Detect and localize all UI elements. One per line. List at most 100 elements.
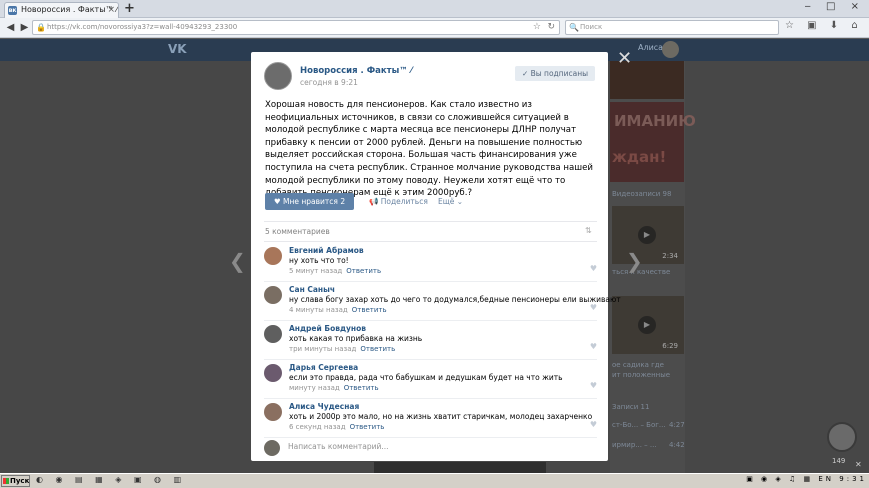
- taskbar: Пуск ◐ ◉ ▤ ▦ ◈ ▣ ◍ ▥ ▣ ◉ ◈ ♫ ▦ EN 9:31: [0, 473, 869, 488]
- start-button[interactable]: Пуск: [1, 475, 30, 487]
- heart-icon[interactable]: ♥: [590, 420, 597, 429]
- comment-author[interactable]: Евгений Абрамов: [289, 246, 364, 255]
- post-time[interactable]: сегодня в 9:21: [300, 78, 358, 87]
- heart-icon[interactable]: ♥: [590, 303, 597, 312]
- comment-item: Алиса Чудесная хоть и 2000р это мало, но…: [264, 400, 597, 438]
- toolbar-icons[interactable]: ☆ ▣ ⬇ ⌂ ☺ ≡: [785, 20, 869, 31]
- chat-avatar[interactable]: [827, 422, 857, 452]
- start-label: Пуск: [10, 477, 30, 485]
- play-icon: ▶: [638, 316, 656, 334]
- comment-item: Дарья Сергеева если это правда, рада что…: [264, 361, 597, 399]
- videos-count-label[interactable]: Видеозаписи 98: [612, 190, 671, 198]
- right-image-text-2: ждан!: [612, 148, 667, 166]
- windows-logo-icon: [3, 478, 9, 484]
- comment-time[interactable]: 5 минут назад: [289, 267, 342, 275]
- comment-text: если это правда, рада что бабушкам и дед…: [289, 373, 563, 382]
- heart-icon[interactable]: ♥: [590, 264, 597, 273]
- search-placeholder: Поиск: [580, 23, 603, 31]
- video-duration: 2:34: [662, 252, 678, 260]
- new-tab-button[interactable]: +: [124, 1, 135, 16]
- back-icon[interactable]: ◀: [3, 20, 18, 35]
- reply-link[interactable]: Ответить: [350, 423, 385, 431]
- reload-icon[interactable]: ↻: [547, 21, 555, 34]
- comment-text: ну слава богу захар хоть до чего то доду…: [289, 295, 621, 304]
- subscribed-button[interactable]: ✓ Вы подписаны: [515, 66, 595, 81]
- window-controls[interactable]: ‒ □ ×: [804, 1, 865, 12]
- chat-close-icon[interactable]: ✕: [855, 460, 862, 469]
- comment-text: ну хоть что то!: [289, 256, 349, 265]
- group-avatar[interactable]: [264, 62, 292, 90]
- tab-title: Новороссия . Факты™ ⁄: [21, 5, 118, 14]
- comment-meta: 4 минуты назад Ответить: [289, 306, 387, 314]
- language-indicator[interactable]: EN: [818, 475, 834, 483]
- current-user-avatar: [264, 440, 280, 456]
- vk-user-name[interactable]: Алиса: [638, 43, 663, 52]
- comment-text: хоть и 2000р это мало, но на жизнь хвати…: [289, 412, 593, 421]
- bookmark-star-icon[interactable]: ☆: [533, 21, 541, 34]
- comment-avatar[interactable]: [264, 286, 282, 304]
- play-icon: ▶: [638, 226, 656, 244]
- comment-avatar[interactable]: [264, 364, 282, 382]
- comment-avatar[interactable]: [264, 403, 282, 421]
- url-text: https://vk.com/novorossiya3?z=wall-40943…: [47, 23, 238, 31]
- comment-item: Андрей Бовдунов хоть какая то прибавка н…: [264, 322, 597, 360]
- video-thumb-1[interactable]: ▶ 2:34: [612, 206, 684, 264]
- comment-time[interactable]: 4 минуты назад: [289, 306, 348, 314]
- right-audio-1-time: 4:27: [669, 421, 685, 429]
- search-input[interactable]: 🔍 Поиск: [565, 20, 779, 35]
- reply-link[interactable]: Ответить: [360, 345, 395, 353]
- comment-author[interactable]: Сан Саныч: [289, 285, 335, 294]
- heart-icon[interactable]: ♥: [590, 381, 597, 390]
- browser-tab[interactable]: вк Новороссия . Факты™ ⁄ ×: [4, 2, 119, 18]
- divider: [264, 221, 597, 222]
- comment-input[interactable]: Написать комментарий...: [288, 442, 389, 451]
- comment-author[interactable]: Дарья Сергеева: [289, 363, 358, 372]
- system-tray: ▣ ◉ ◈ ♫ ▦ EN 9:31: [746, 475, 867, 483]
- next-post-arrow-icon[interactable]: ❯: [626, 249, 643, 273]
- comment-author[interactable]: Алиса Чудесная: [289, 402, 359, 411]
- video-duration: 6:29: [662, 342, 678, 350]
- tray-icons[interactable]: ▣ ◉ ◈ ♫ ▦: [746, 475, 813, 483]
- right-image-text-1: ИМАНИЮ: [614, 112, 696, 130]
- comment-author[interactable]: Андрей Бовдунов: [289, 324, 366, 333]
- tab-close-icon[interactable]: ×: [107, 3, 115, 17]
- browser-tab-bar: вк Новороссия . Факты™ ⁄ × + ‒ □ ×: [0, 0, 869, 18]
- address-bar[interactable]: 🔒 https://vk.com/novorossiya3?z=wall-409…: [32, 20, 560, 35]
- prev-post-arrow-icon[interactable]: ❮: [229, 249, 246, 273]
- comment-time[interactable]: три минуты назад: [289, 345, 356, 353]
- forward-icon[interactable]: ▶: [17, 20, 32, 35]
- video-caption-2[interactable]: ое садика где: [612, 361, 664, 369]
- comment-text: хоть какая то прибавка на жизнь: [289, 334, 423, 343]
- comments-count: 5 комментариев: [265, 227, 330, 236]
- like-button[interactable]: ♥ Мне нравится 2: [265, 193, 354, 210]
- more-button[interactable]: Ещё ⌄: [438, 197, 463, 206]
- comment-avatar[interactable]: [264, 247, 282, 265]
- video-caption-2b[interactable]: ит положенные: [612, 371, 670, 379]
- right-audio-2-time: 4:42: [669, 441, 685, 449]
- comment-meta: 5 минут назад Ответить: [289, 267, 381, 275]
- reply-link[interactable]: Ответить: [344, 384, 379, 392]
- right-audio-1[interactable]: ст-Бо... – Бог...: [612, 421, 666, 429]
- vk-logo[interactable]: VK: [168, 42, 187, 56]
- post-text: Хорошая новость для пенсионеров. Как ста…: [265, 100, 594, 199]
- video-thumb-2[interactable]: ▶ 6:29: [612, 296, 684, 354]
- comment-meta: три минуты назад Ответить: [289, 345, 395, 353]
- comment-meta: 6 секунд назад Ответить: [289, 423, 384, 431]
- comment-time[interactable]: минуту назад: [289, 384, 340, 392]
- divider: [264, 241, 597, 242]
- posts-count-label[interactable]: Записи 11: [612, 403, 649, 411]
- chat-count: 149: [832, 457, 846, 465]
- reply-link[interactable]: Ответить: [352, 306, 387, 314]
- clock: 9:31: [839, 475, 867, 483]
- sort-icon[interactable]: ⇅: [585, 226, 592, 235]
- reply-link[interactable]: Ответить: [346, 267, 381, 275]
- vk-user-avatar[interactable]: [662, 41, 679, 58]
- comment-time[interactable]: 6 секунд назад: [289, 423, 346, 431]
- share-button[interactable]: 📢 Поделиться: [369, 197, 428, 206]
- right-audio-2[interactable]: ирмир... – ...: [612, 441, 657, 449]
- quick-launch-icons[interactable]: ◐ ◉ ▤ ▦ ◈ ▣ ◍ ▥: [36, 475, 186, 484]
- post-author[interactable]: Новороссия . Факты™ ⁄: [300, 66, 412, 76]
- comment-avatar[interactable]: [264, 325, 282, 343]
- heart-icon[interactable]: ♥: [590, 342, 597, 351]
- close-icon[interactable]: ✕: [617, 48, 632, 69]
